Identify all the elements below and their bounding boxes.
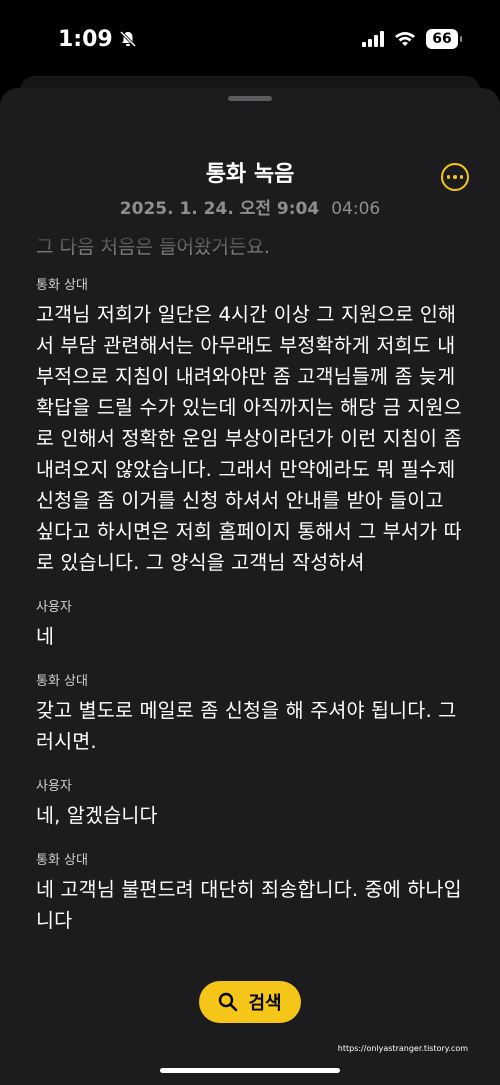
speaker-label: 통화 상대 (36, 278, 88, 293)
status-icons: 66 (362, 29, 462, 49)
search-icon (219, 992, 238, 1012)
more-dot-icon (453, 175, 457, 179)
sheet-grabber[interactable] (228, 96, 272, 101)
transcript-list[interactable]: 그 다음 처음은 들어왔거든요. 통화 상대 고객님 저희가 일단은 4시간 이… (36, 226, 466, 986)
more-options-button[interactable] (441, 163, 469, 191)
transcript-entry: 사용자 네 (36, 596, 466, 652)
wifi-icon (395, 32, 415, 46)
transcript-text: 네 (36, 625, 55, 648)
status-time: 1:09 (58, 27, 137, 52)
bell-slash-icon (119, 30, 136, 48)
watermark-text: https://onlyastranger.tistory.com (337, 1044, 468, 1053)
transcript-partial-line: 그 다음 처음은 들어왔거든요. (36, 236, 270, 256)
more-dot-icon (446, 175, 451, 179)
transcript-entry: 통화 상대 네 고객님 불편드려 대단히 죄송합니다. 중에 하나입니다 (36, 849, 466, 936)
recording-date: 2025. 1. 24. 오전 9:04 (119, 199, 320, 219)
battery-icon: 66 (426, 29, 462, 49)
transcript-text: 고객님 저희가 일단은 4시간 이상 그 지원으로 인해서 부담 관련해서는 아… (36, 303, 462, 574)
search-button[interactable]: 검색 (199, 981, 301, 1023)
recording-sheet: 통화 녹음 2025. 1. 24. 오전 9:04 04:06 그 다음 처음은… (0, 88, 500, 1085)
time-label: 1:09 (58, 26, 113, 52)
more-dot-icon (459, 175, 464, 179)
status-bar: 1:09 66 (0, 0, 500, 78)
transcript-text: 네 고객님 불편드려 대단히 죄송합니다. 중에 하나입니다 (36, 878, 462, 932)
transcript-entry: 통화 상대 갖고 별도로 메일로 좀 신청을 해 주셔야 됩니다. 그러시면. (36, 670, 466, 757)
speaker-label: 사용자 (36, 779, 72, 794)
transcript-entry: 사용자 네, 알겠습니다 (36, 775, 466, 831)
page-title: 통화 녹음 (205, 162, 295, 187)
transcript-text: 갖고 별도로 메일로 좀 신청을 해 주셔야 됩니다. 그러시면. (36, 699, 457, 753)
search-button-label: 검색 (248, 993, 282, 1014)
transcript-text: 네, 알겠습니다 (36, 804, 158, 827)
home-indicator[interactable] (160, 1068, 340, 1073)
recording-duration: 04:06 (331, 199, 381, 219)
recording-info: 2025. 1. 24. 오전 9:04 04:06 (0, 194, 500, 219)
battery-level: 66 (432, 31, 452, 47)
speaker-label: 통화 상대 (36, 674, 88, 689)
speaker-label: 통화 상대 (36, 853, 88, 868)
transcript-entry: 통화 상대 고객님 저희가 일단은 4시간 이상 그 지원으로 인해서 부담 관… (36, 274, 466, 578)
cellular-signal-icon (362, 31, 384, 47)
speaker-label: 사용자 (36, 600, 72, 615)
